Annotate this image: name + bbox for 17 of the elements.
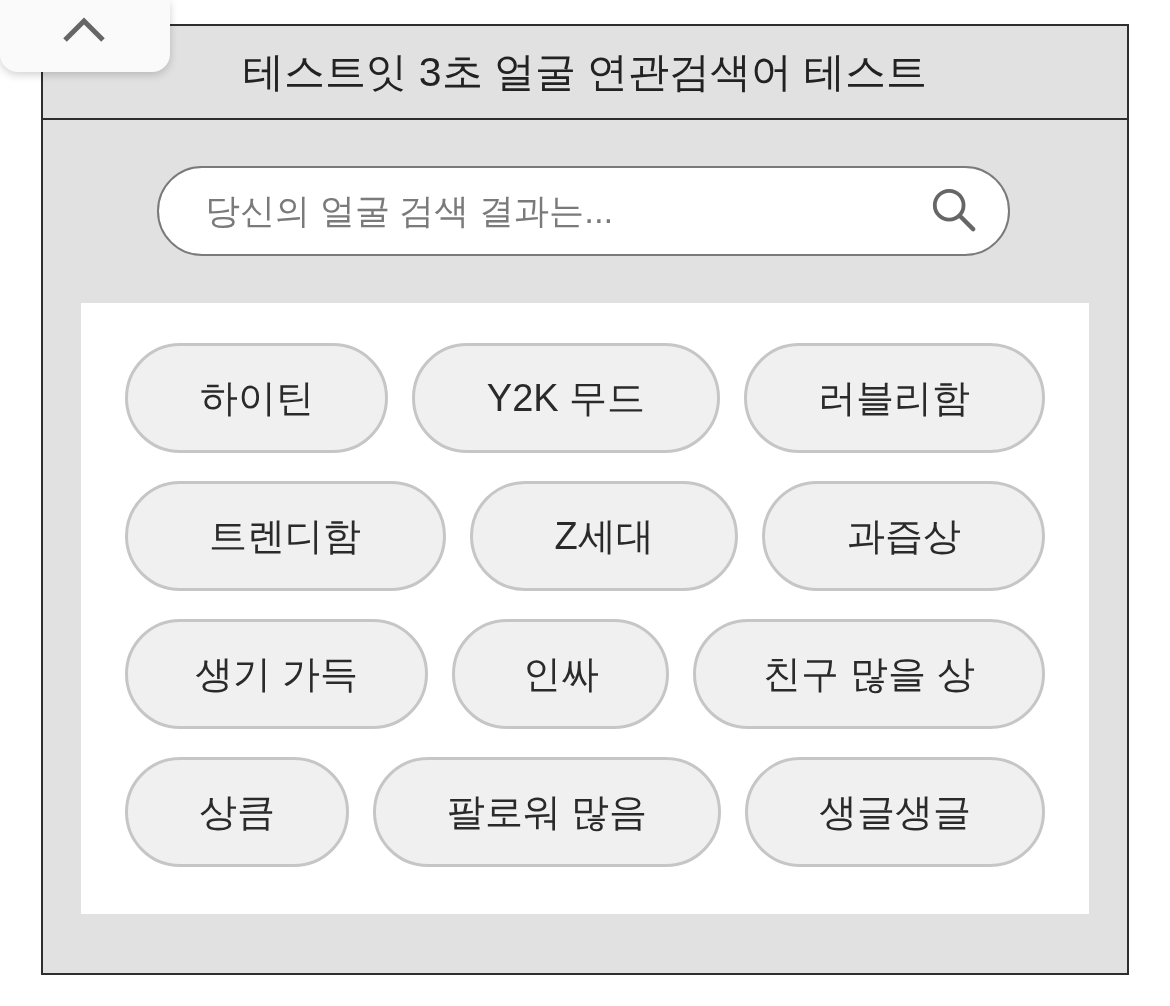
keyword-chip[interactable]: 생글생글: [745, 757, 1045, 867]
keyword-chip[interactable]: 트렌디함: [125, 481, 446, 591]
search-icon[interactable]: [930, 186, 976, 232]
keyword-chip[interactable]: Y2K 무드: [412, 343, 720, 453]
keyword-chip[interactable]: 과즙상: [762, 481, 1045, 591]
chevron-up-icon: [62, 17, 106, 43]
keyword-chip[interactable]: 상큼: [125, 757, 349, 867]
collapse-tab[interactable]: [0, 0, 170, 72]
search-field[interactable]: 당신의 얼굴 검색 결과는...: [157, 166, 1010, 256]
keyword-chip[interactable]: 팔로워 많음: [372, 757, 722, 867]
keyword-chip[interactable]: 생기 가득: [125, 619, 429, 729]
keyword-chip[interactable]: 친구 많을 상: [693, 619, 1045, 729]
panel-title: 테스트잇 3초 얼굴 연관검색어 테스트: [243, 47, 927, 97]
keyword-chip[interactable]: 러블리함: [743, 343, 1045, 453]
keyword-chip[interactable]: 인싸: [452, 619, 670, 729]
keyword-chip[interactable]: 하이틴: [125, 343, 389, 453]
keyword-chip[interactable]: Z세대: [469, 481, 739, 591]
